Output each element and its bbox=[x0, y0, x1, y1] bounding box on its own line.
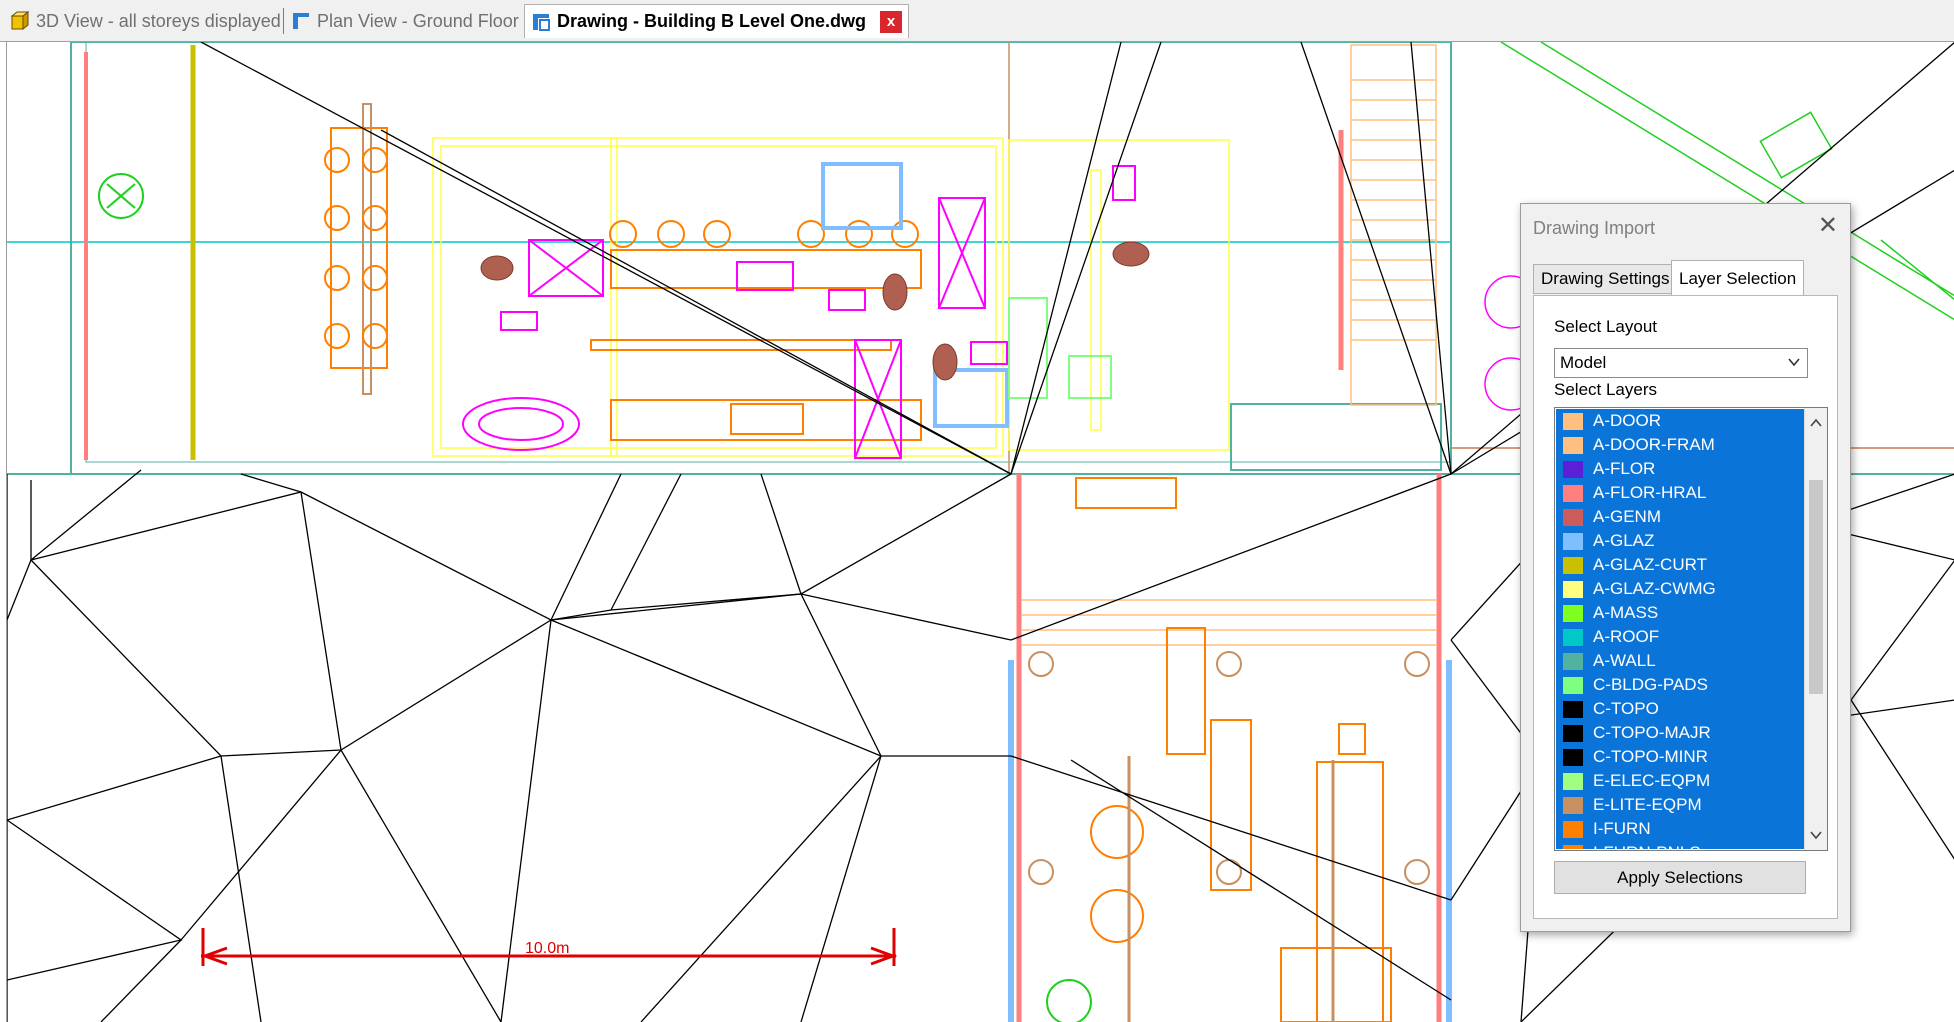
layer-name: E-ELEC-EQPM bbox=[1593, 771, 1711, 790]
layer-item[interactable]: A-GENM bbox=[1556, 505, 1804, 529]
layer-name: A-WALL bbox=[1593, 651, 1656, 670]
tab-separator bbox=[283, 8, 284, 34]
layer-color-swatch bbox=[1563, 412, 1583, 430]
layer-item[interactable]: C-TOPO bbox=[1556, 697, 1804, 721]
view-tab-bar: 3D View - all storeys displayed Plan Vie… bbox=[0, 0, 1954, 42]
tab-label: 3D View - all storeys displayed bbox=[36, 10, 281, 31]
tab-drawing[interactable]: Drawing - Building B Level One.dwg x bbox=[524, 4, 910, 38]
scroll-down-icon[interactable] bbox=[1809, 828, 1823, 842]
layer-name: A-FLOR bbox=[1593, 459, 1656, 478]
select-layers-label: Select Layers bbox=[1554, 380, 1657, 399]
layers-scrollbar[interactable] bbox=[1804, 408, 1827, 850]
layers-list: A-DOOR A-DOOR-FRAM A-FLOR A-FLOR-HRAL A-GENM… bbox=[1556, 409, 1804, 849]
scale-bar-label: 10.0m bbox=[525, 940, 570, 957]
layer-item[interactable]: A-DOOR bbox=[1556, 409, 1804, 433]
dialog-close-button[interactable]: ✕ bbox=[1818, 214, 1838, 238]
scroll-up-icon[interactable] bbox=[1809, 416, 1823, 430]
dialog-title: Drawing Import bbox=[1533, 218, 1656, 238]
close-tab-button[interactable]: x bbox=[880, 10, 903, 33]
layout-dropdown[interactable]: Model bbox=[1554, 348, 1808, 378]
chevron-down-icon bbox=[1788, 358, 1800, 367]
layer-color-swatch bbox=[1563, 724, 1583, 742]
layer-color-swatch bbox=[1563, 652, 1583, 670]
layer-name: C-BLDG-PADS bbox=[1593, 675, 1708, 694]
layer-name: A-GLAZ-CWMG bbox=[1593, 579, 1716, 598]
layer-color-swatch bbox=[1563, 796, 1583, 814]
layer-color-swatch bbox=[1563, 484, 1583, 502]
layer-name: E-LITE-EQPM bbox=[1593, 795, 1702, 814]
layer-color-swatch bbox=[1563, 772, 1583, 790]
layer-color-swatch bbox=[1563, 628, 1583, 646]
layer-item[interactable]: A-FLOR-HRAL bbox=[1556, 481, 1804, 505]
tab-layer-selection[interactable]: Layer Selection bbox=[1671, 260, 1805, 296]
layers-listbox[interactable]: A-DOOR A-DOOR-FRAM A-FLOR A-FLOR-HRAL A-GENM… bbox=[1554, 407, 1828, 851]
layer-item[interactable]: C-BLDG-PADS bbox=[1556, 673, 1804, 697]
layer-name: C-TOPO bbox=[1593, 699, 1659, 718]
layer-color-swatch bbox=[1563, 580, 1583, 598]
layer-name: A-MASS bbox=[1593, 603, 1659, 622]
layer-color-swatch bbox=[1563, 676, 1583, 694]
layer-item[interactable]: A-ROOF bbox=[1556, 625, 1804, 649]
layer-item[interactable]: A-WALL bbox=[1556, 649, 1804, 673]
layer-name: A-ROOF bbox=[1593, 627, 1660, 646]
layer-name: A-GENM bbox=[1593, 507, 1661, 526]
layer-color-swatch bbox=[1563, 532, 1583, 550]
layer-color-swatch bbox=[1563, 460, 1583, 478]
layer-name: I-FURN bbox=[1593, 819, 1651, 838]
layer-item[interactable]: A-FLOR bbox=[1556, 457, 1804, 481]
layer-color-swatch bbox=[1563, 748, 1583, 766]
tab-drawing-settings[interactable]: Drawing Settings bbox=[1533, 264, 1678, 294]
layer-color-swatch bbox=[1563, 700, 1583, 718]
layer-item[interactable]: A-GLAZ bbox=[1556, 529, 1804, 553]
layer-name: C-TOPO-MAJR bbox=[1593, 723, 1711, 742]
layer-color-swatch bbox=[1563, 844, 1583, 849]
layer-item[interactable]: A-DOOR-FRAM bbox=[1556, 433, 1804, 457]
layer-name: A-DOOR bbox=[1593, 411, 1661, 430]
layout-value: Model bbox=[1560, 353, 1607, 372]
layer-item[interactable]: A-GLAZ-CURT bbox=[1556, 553, 1804, 577]
layer-name: C-TOPO-MINR bbox=[1593, 747, 1708, 766]
layer-color-swatch bbox=[1563, 436, 1583, 454]
layer-color-swatch bbox=[1563, 820, 1583, 838]
layer-item[interactable]: A-MASS bbox=[1556, 601, 1804, 625]
apply-selections-button[interactable]: Apply Selections bbox=[1554, 861, 1806, 894]
layer-name: A-DOOR-FRAM bbox=[1593, 435, 1715, 454]
layer-item[interactable]: I-FURN bbox=[1556, 817, 1804, 841]
scrollbar-thumb[interactable] bbox=[1809, 480, 1823, 694]
drawing-icon bbox=[533, 13, 550, 31]
layer-item[interactable]: A-GLAZ-CWMG bbox=[1556, 577, 1804, 601]
drawing-import-dialog: Drawing Import ✕ Drawing Settings Layer … bbox=[1520, 203, 1851, 932]
layer-item[interactable]: C-TOPO-MINR bbox=[1556, 745, 1804, 769]
tab-label: Plan View - Ground Floor bbox=[317, 10, 519, 31]
layer-item[interactable]: I-FURN-PNLS bbox=[1556, 841, 1804, 849]
layer-item[interactable]: C-TOPO-MAJR bbox=[1556, 721, 1804, 745]
tab-3d-view[interactable]: 3D View - all storeys displayed bbox=[4, 4, 287, 38]
tab-plan-view[interactable]: Plan View - Ground Floor bbox=[285, 4, 525, 38]
layer-name: I-FURN-PNLS bbox=[1593, 843, 1701, 849]
layer-name: A-GLAZ-CURT bbox=[1593, 555, 1707, 574]
layer-color-swatch bbox=[1563, 508, 1583, 526]
plan-view-icon bbox=[293, 13, 309, 29]
layer-name: A-GLAZ bbox=[1593, 531, 1655, 550]
tab-label: Drawing - Building B Level One.dwg bbox=[557, 11, 867, 31]
layer-item[interactable]: E-ELEC-EQPM bbox=[1556, 769, 1804, 793]
layer-item[interactable]: E-LITE-EQPM bbox=[1556, 793, 1804, 817]
layer-color-swatch bbox=[1563, 556, 1583, 574]
layer-name: A-FLOR-HRAL bbox=[1593, 483, 1707, 502]
select-layout-label: Select Layout bbox=[1554, 317, 1658, 336]
cube-3d-icon bbox=[10, 11, 30, 31]
layer-color-swatch bbox=[1563, 604, 1583, 622]
